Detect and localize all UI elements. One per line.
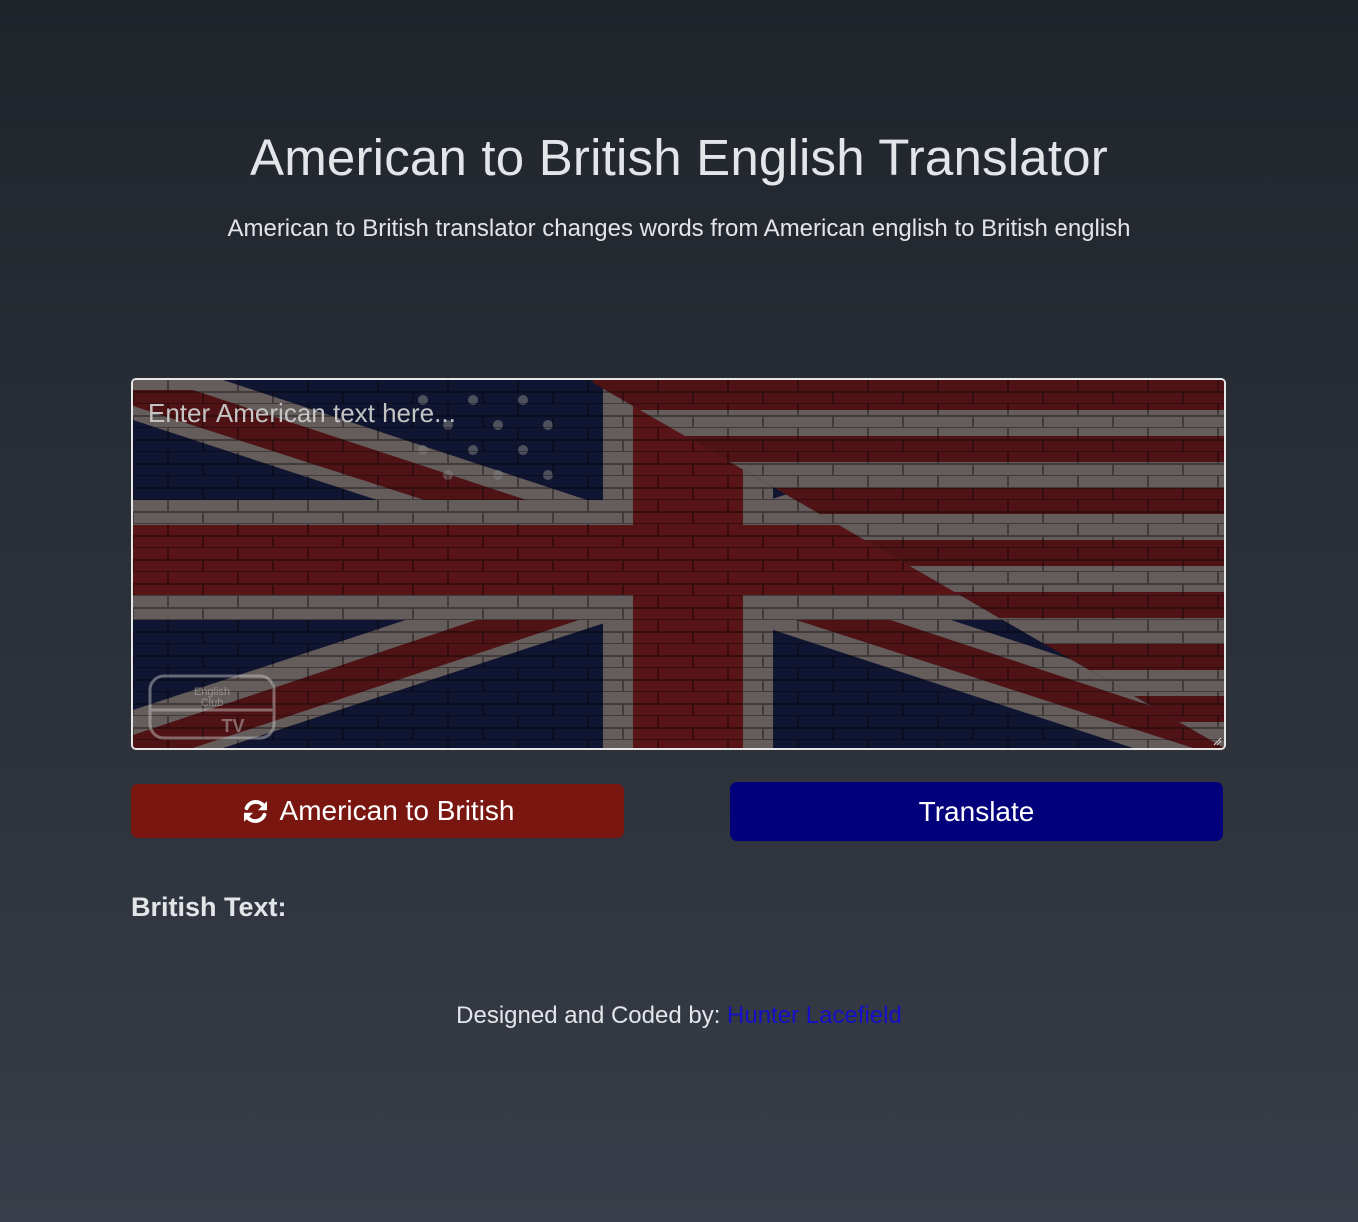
toggle-direction-label: American to British [279,795,515,826]
british-text-label: British Text: [131,892,287,922]
author-link[interactable]: Hunter Lacefield [727,1002,902,1029]
page-title: American to British English Translator [250,129,1108,186]
sync-icon [243,799,267,823]
american-text-input[interactable] [133,380,1224,748]
page-subtitle: American to British translator changes w… [227,215,1131,242]
american-text-area[interactable]: English Club TV [131,378,1226,750]
footer-credit-text: Designed and Coded by: [456,1002,728,1029]
footer: Designed and Coded by: Hunter Lacefield [0,1002,1358,1030]
resize-handle-icon[interactable] [1212,736,1222,746]
translate-button[interactable]: Translate [730,782,1223,841]
toggle-direction-button[interactable]: American to British [131,784,624,838]
